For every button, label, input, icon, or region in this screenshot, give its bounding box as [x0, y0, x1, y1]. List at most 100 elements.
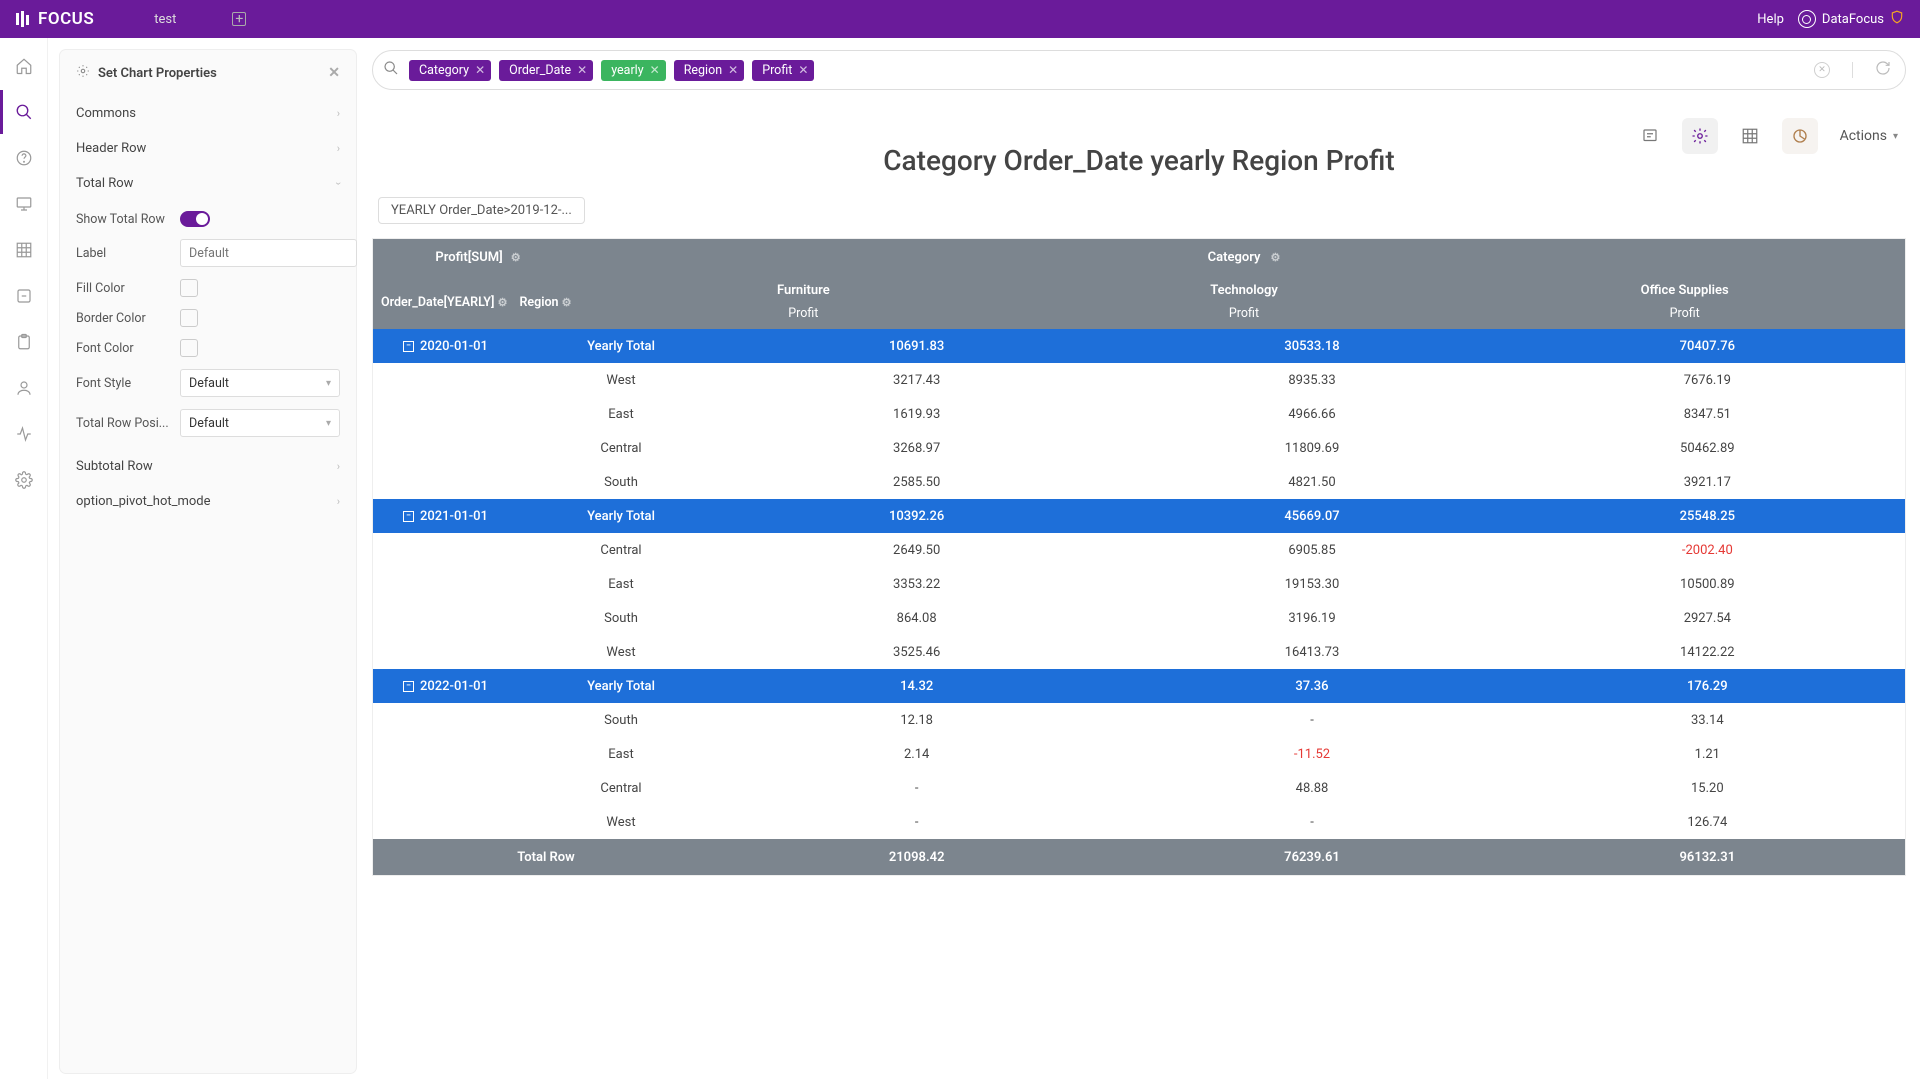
table-row[interactable]: South 12.18-33.14 [373, 703, 1905, 737]
nav-rail [0, 38, 48, 1079]
table-row[interactable]: East 1619.934966.668347.51 [373, 397, 1905, 431]
total-row: Total Row 21098.42 76239.61 96132.31 [373, 839, 1905, 875]
show-total-row-toggle[interactable] [180, 211, 210, 227]
chip-remove-icon[interactable]: ✕ [577, 63, 587, 77]
query-chip-yearly[interactable]: yearly✕ [601, 60, 666, 81]
chevron-down-icon: ▾ [326, 418, 331, 429]
chevron-right-icon: › [337, 107, 340, 120]
brand-label: FOCUS [38, 9, 94, 29]
gear-icon [76, 64, 90, 82]
section-total-row[interactable]: Total Row › [60, 166, 356, 201]
pivot-table: Profit[SUM] ⚙ Category ⚙ Order_Date[YEAR… [372, 238, 1906, 876]
total-row-position-select[interactable]: Default ▾ [180, 409, 340, 437]
tool-settings-icon[interactable] [1682, 118, 1718, 154]
chevron-right-icon: › [337, 142, 340, 155]
font-color-swatch[interactable] [180, 339, 198, 357]
brand-logo: FOCUS [16, 9, 94, 29]
nav-help-icon[interactable] [14, 148, 34, 168]
chart-properties-panel: Set Chart Properties ✕ Commons › Header … [60, 50, 356, 1073]
gear-icon[interactable]: ⚙ [498, 296, 508, 309]
separator [1852, 62, 1853, 78]
section-header-row[interactable]: Header Row › [60, 131, 356, 166]
nav-home-icon[interactable] [14, 56, 34, 76]
add-tab-button[interactable]: + [232, 12, 246, 26]
user-menu[interactable]: DataFocus [1798, 10, 1904, 28]
close-icon[interactable]: ✕ [328, 65, 340, 81]
main-area: Category✕ Order_Date✕ yearly✕ Region✕ Pr… [372, 50, 1906, 1073]
chip-remove-icon[interactable]: ✕ [475, 63, 485, 77]
font-color-label: Font Color [76, 341, 180, 356]
chevron-down-icon: ▾ [1893, 131, 1898, 142]
chevron-right-icon: › [337, 495, 340, 508]
chip-remove-icon[interactable]: ✕ [650, 63, 660, 77]
chip-remove-icon[interactable]: ✕ [728, 63, 738, 77]
user-avatar-icon [1798, 10, 1816, 28]
query-chip-region[interactable]: Region✕ [674, 60, 744, 81]
query-bar[interactable]: Category✕ Order_Date✕ yearly✕ Region✕ Pr… [372, 50, 1906, 90]
collapse-icon[interactable]: − [403, 511, 414, 522]
table-row[interactable]: Central -48.8815.20 [373, 771, 1905, 805]
filter-chip[interactable]: YEARLY Order_Date>2019-12-... [378, 197, 585, 224]
nav-clipboard-icon[interactable] [14, 332, 34, 352]
font-style-select[interactable]: Default ▾ [180, 369, 340, 397]
nav-activity-icon[interactable] [14, 424, 34, 444]
table-header-sub: Order_Date[YEARLY] ⚙ Region ⚙ FurnitureP… [373, 275, 1905, 329]
help-link[interactable]: Help [1757, 12, 1784, 27]
label-input[interactable] [180, 239, 357, 267]
table-row[interactable]: Central 2649.506905.85-2002.40 [373, 533, 1905, 567]
chevron-down-icon: ▾ [326, 378, 331, 389]
font-style-label: Font Style [76, 376, 180, 391]
total-row-position-label: Total Row Posi... [76, 416, 180, 431]
nav-grid-icon[interactable] [14, 240, 34, 260]
chevron-right-icon: › [337, 460, 340, 473]
gear-icon[interactable]: ⚙ [1270, 251, 1280, 264]
nav-settings-icon[interactable] [14, 470, 34, 490]
section-subtotal-row[interactable]: Subtotal Row › [60, 449, 356, 484]
tool-table-icon[interactable] [1732, 118, 1768, 154]
section-commons[interactable]: Commons › [60, 96, 356, 131]
table-row[interactable]: South 864.083196.192927.54 [373, 601, 1905, 635]
nav-box-icon[interactable] [14, 286, 34, 306]
yearly-total-row[interactable]: −2022-01-01 Yearly Total 14.3237.36176.2… [373, 669, 1905, 703]
table-row[interactable]: Central 3268.9711809.6950462.89 [373, 431, 1905, 465]
nav-search-icon[interactable] [14, 102, 34, 122]
brand-icon [16, 11, 32, 27]
search-icon [383, 60, 399, 80]
clear-query-icon[interactable]: ✕ [1814, 62, 1830, 78]
refresh-icon[interactable] [1875, 60, 1891, 80]
table-row[interactable]: West 3525.4616413.7314122.22 [373, 635, 1905, 669]
shield-icon [1890, 10, 1904, 28]
query-chip-category[interactable]: Category✕ [409, 60, 491, 81]
fill-color-swatch[interactable] [180, 279, 198, 297]
query-chip-order-date[interactable]: Order_Date✕ [499, 60, 593, 81]
table-row[interactable]: East 2.14-11.521.21 [373, 737, 1905, 771]
collapse-icon[interactable]: − [403, 681, 414, 692]
table-row[interactable]: West --126.74 [373, 805, 1905, 839]
total-row-body: Show Total Row Label Fill Color Border C… [60, 201, 356, 449]
table-body: −2020-01-01 Yearly Total 10691.8330533.1… [373, 329, 1905, 839]
table-header-top: Profit[SUM] ⚙ Category ⚙ [373, 239, 1905, 275]
actions-menu[interactable]: Actions ▾ [1832, 128, 1906, 144]
nav-present-icon[interactable] [14, 194, 34, 214]
section-pivot-mode[interactable]: option_pivot_hot_mode › [60, 484, 356, 519]
border-color-swatch[interactable] [180, 309, 198, 327]
fill-color-label: Fill Color [76, 281, 180, 296]
chip-remove-icon[interactable]: ✕ [798, 63, 808, 77]
table-row[interactable]: West 3217.438935.337676.19 [373, 363, 1905, 397]
gear-icon[interactable]: ⚙ [562, 296, 572, 309]
nav-user-icon[interactable] [14, 378, 34, 398]
top-bar: FOCUS test + Help DataFocus [0, 0, 1920, 38]
yearly-total-row[interactable]: −2021-01-01 Yearly Total 10392.2645669.0… [373, 499, 1905, 533]
gear-icon[interactable]: ⚙ [511, 251, 521, 264]
query-chip-profit[interactable]: Profit✕ [752, 60, 814, 81]
collapse-icon[interactable]: − [403, 341, 414, 352]
tool-pin-icon[interactable] [1632, 118, 1668, 154]
table-row[interactable]: East 3353.2219153.3010500.89 [373, 567, 1905, 601]
panel-title: Set Chart Properties [98, 66, 217, 81]
user-label: DataFocus [1822, 12, 1884, 27]
tool-chart-type-icon[interactable] [1782, 118, 1818, 154]
session-tab[interactable]: test [154, 12, 176, 27]
yearly-total-row[interactable]: −2020-01-01 Yearly Total 10691.8330533.1… [373, 329, 1905, 363]
show-total-row-label: Show Total Row [76, 212, 180, 227]
table-row[interactable]: South 2585.504821.503921.17 [373, 465, 1905, 499]
